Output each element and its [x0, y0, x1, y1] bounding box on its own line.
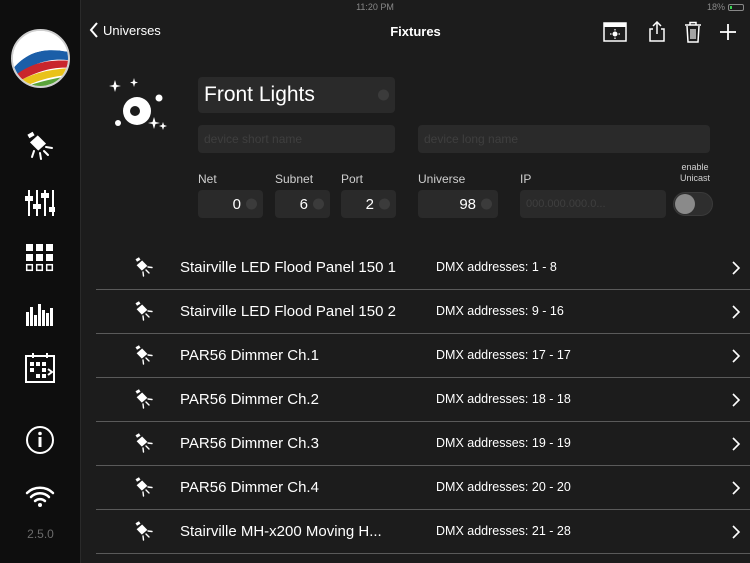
long-name-field[interactable]: device long name: [418, 125, 710, 153]
scenes-icon: [25, 353, 55, 383]
chevron-right-icon: [732, 437, 741, 451]
info-icon: [26, 426, 54, 454]
light-screen-icon: [603, 22, 627, 42]
add-fixture-button[interactable]: [715, 20, 741, 44]
trash-icon: [685, 21, 701, 43]
universe-field[interactable]: 98: [418, 190, 498, 218]
grid-icon: [25, 244, 54, 272]
fixture-light-icon: [134, 345, 153, 365]
chevron-right-icon: [732, 525, 741, 539]
unicast-toggle[interactable]: [673, 192, 713, 216]
chevron-right-icon: [732, 349, 741, 363]
app-version: 2.5.0: [27, 527, 54, 541]
navigation-bar: Universes Fixtures: [81, 14, 750, 50]
sidebar-item-fixtures[interactable]: [18, 127, 62, 167]
chevron-right-icon: [732, 393, 741, 407]
levels-icon: [26, 304, 53, 326]
long-name-placeholder: device long name: [424, 132, 519, 146]
fixture-row[interactable]: Stairville LED Flood Panel 150 1 DMX add…: [96, 246, 750, 290]
faders-icon: [25, 190, 55, 216]
fixture-light-icon: [27, 131, 53, 160]
fixture-name: PAR56 Dimmer Ch.2: [180, 391, 319, 408]
clear-icon[interactable]: [313, 198, 324, 210]
ip-label: IP: [520, 172, 532, 186]
light-preview-button[interactable]: [602, 20, 628, 44]
status-time: 11:20 PM: [356, 2, 394, 12]
subnet-label: Subnet: [275, 172, 314, 186]
fixture-name: PAR56 Dimmer Ch.3: [180, 435, 319, 452]
universe-name-value: Front Lights: [204, 83, 315, 106]
sidebar-item-faders[interactable]: [18, 183, 62, 223]
sidebar-item-network[interactable]: [18, 476, 62, 516]
universe-settings: Front Lights device short name device lo…: [81, 50, 750, 246]
delete-button[interactable]: [680, 20, 706, 44]
net-field[interactable]: 0: [198, 190, 263, 218]
fixture-name: Stairville LED Flood Panel 150 2: [180, 303, 396, 320]
fixture-light-icon: [134, 521, 153, 541]
port-value: 2: [365, 195, 374, 213]
net-value: 0: [232, 195, 241, 213]
unicast-label: enable Unicast: [679, 162, 710, 183]
fixture-row[interactable]: PAR56 Dimmer Ch.2 DMX addresses: 18 - 18: [96, 378, 750, 422]
battery-indicator: 18%: [707, 2, 744, 12]
chevron-right-icon: [732, 481, 741, 495]
short-name-placeholder: device short name: [204, 132, 303, 146]
chevron-right-icon: [732, 305, 741, 319]
app-logo: [11, 29, 70, 88]
sparkle-light-icon: [109, 78, 167, 130]
dmx-addresses: DMX addresses: 17 - 17: [436, 348, 571, 362]
dmx-addresses: DMX addresses: 21 - 28: [436, 524, 571, 538]
fixture-name: Stairville MH-x200 Moving H...: [180, 523, 382, 540]
fixture-light-icon: [134, 257, 153, 277]
sidebar-item-levels[interactable]: [18, 293, 62, 333]
plus-icon: [720, 24, 736, 40]
universe-label: Universe: [418, 172, 466, 186]
port-field[interactable]: 2: [341, 190, 396, 218]
share-icon: [649, 21, 665, 42]
battery-percent: 18%: [706, 2, 725, 12]
ip-field[interactable]: 000.000.000.0...: [520, 190, 666, 218]
fixture-name: PAR56 Dimmer Ch.1: [180, 347, 319, 364]
fixture-row[interactable]: PAR56 Dimmer Ch.3 DMX addresses: 19 - 19: [96, 422, 750, 466]
clear-icon[interactable]: [378, 89, 389, 101]
fixture-row[interactable]: Stairville MH-x200 Moving H... DMX addre…: [96, 510, 750, 554]
fixture-light-icon: [134, 389, 153, 409]
dmx-addresses: DMX addresses: 18 - 18: [436, 392, 571, 406]
fixture-row[interactable]: PAR56 Dimmer Ch.1 DMX addresses: 17 - 17: [96, 334, 750, 378]
clear-icon[interactable]: [379, 198, 390, 210]
fixture-name: PAR56 Dimmer Ch.4: [180, 479, 319, 496]
dmx-addresses: DMX addresses: 20 - 20: [436, 480, 571, 494]
fixture-list: Stairville LED Flood Panel 150 1 DMX add…: [96, 246, 750, 554]
sidebar: 2.5.0: [0, 0, 81, 563]
dmx-addresses: DMX addresses: 9 - 16: [436, 304, 564, 318]
sidebar-item-info[interactable]: [18, 420, 62, 460]
clear-icon[interactable]: [246, 198, 257, 210]
subnet-value: 6: [299, 195, 308, 213]
short-name-field[interactable]: device short name: [198, 125, 395, 153]
wifi-icon: [25, 486, 55, 507]
universe-name-field[interactable]: Front Lights: [198, 77, 395, 113]
fixture-row[interactable]: Stairville LED Flood Panel 150 2 DMX add…: [96, 290, 750, 334]
fixture-row[interactable]: PAR56 Dimmer Ch.4 DMX addresses: 20 - 20: [96, 466, 750, 510]
dmx-addresses: DMX addresses: 1 - 8: [436, 260, 557, 274]
share-button[interactable]: [644, 20, 670, 44]
subnet-field[interactable]: 6: [275, 190, 330, 218]
fixture-name: Stairville LED Flood Panel 150 1: [180, 259, 396, 276]
sidebar-item-grid[interactable]: [18, 238, 62, 278]
port-label: Port: [341, 172, 364, 186]
chevron-right-icon: [732, 261, 741, 275]
clear-icon[interactable]: [481, 198, 492, 210]
fixture-light-icon: [134, 301, 153, 321]
battery-icon: [728, 3, 744, 11]
dmx-addresses: DMX addresses: 19 - 19: [436, 436, 571, 450]
status-bar: 11:20 PM 18%: [0, 0, 750, 14]
universe-value: 98: [459, 195, 476, 213]
sidebar-item-scenes[interactable]: [18, 348, 62, 388]
net-label: Net: [198, 172, 217, 186]
fixture-light-icon: [134, 433, 153, 453]
ip-placeholder: 000.000.000.0...: [526, 198, 606, 210]
toggle-knob: [675, 194, 695, 214]
fixture-light-icon: [134, 477, 153, 497]
